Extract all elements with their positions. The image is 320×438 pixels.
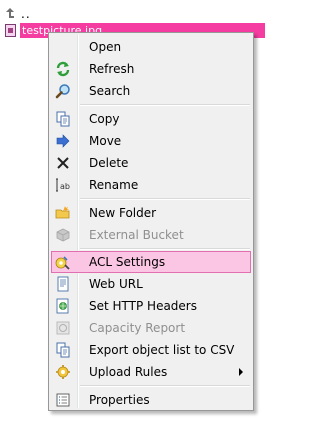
menu-item-label: Open: [89, 40, 122, 54]
parent-directory-row[interactable]: ..: [5, 5, 31, 22]
menu-item-rename[interactable]: ab Rename: [51, 174, 251, 196]
properties-icon: [55, 392, 71, 408]
menu-item-refresh[interactable]: Refresh: [51, 58, 251, 80]
upload-rules-icon: [55, 364, 71, 380]
open-icon: [55, 39, 71, 55]
image-file-icon: [5, 24, 16, 37]
menu-separator: [80, 248, 250, 250]
menu-item-acl-settings[interactable]: ACL Settings: [51, 251, 251, 273]
external-bucket-icon: [55, 227, 71, 243]
context-menu: Open Refresh Search Copy Move Delete ab …: [48, 32, 254, 411]
file-browser: .. testpicture.jpg Open Refresh Search C…: [0, 0, 303, 438]
refresh-icon: [55, 61, 71, 77]
acl-settings-icon: [55, 254, 71, 270]
menu-item-label: Delete: [89, 156, 129, 170]
menu-item-capacity-report[interactable]: Capacity Report: [51, 317, 251, 339]
new-folder-icon: [55, 205, 71, 221]
menu-item-label: Search: [89, 84, 131, 98]
menu-item-label: ACL Settings: [89, 255, 166, 269]
parent-directory-label: ..: [21, 6, 31, 21]
svg-text:ab: ab: [60, 182, 70, 191]
menu-item-set-http-headers[interactable]: Set HTTP Headers: [51, 295, 251, 317]
menu-item-label: New Folder: [89, 206, 157, 220]
copy-icon: [55, 111, 71, 127]
menu-item-external-bucket[interactable]: External Bucket: [51, 224, 251, 246]
export-csv-icon: [55, 342, 71, 358]
submenu-arrow-icon: [239, 368, 243, 376]
menu-separator: [80, 385, 250, 387]
menu-item-label: Set HTTP Headers: [89, 299, 197, 313]
menu-separator: [80, 198, 250, 200]
menu-item-label: Refresh: [89, 62, 135, 76]
menu-item-label: External Bucket: [89, 228, 184, 242]
menu-item-export-csv[interactable]: Export object list to CSV: [51, 339, 251, 361]
http-headers-icon: [55, 298, 71, 314]
menu-item-label: Web URL: [89, 277, 143, 291]
menu-item-label: Properties: [89, 393, 150, 407]
search-icon: [55, 83, 71, 99]
menu-item-move[interactable]: Move: [51, 130, 251, 152]
menu-item-label: Rename: [89, 178, 139, 192]
menu-item-new-folder[interactable]: New Folder: [51, 202, 251, 224]
menu-item-label: Move: [89, 134, 122, 148]
move-icon: [55, 133, 71, 149]
web-url-icon: [55, 276, 71, 292]
menu-item-label: Export object list to CSV: [89, 343, 235, 357]
menu-item-open[interactable]: Open: [51, 36, 251, 58]
menu-item-copy[interactable]: Copy: [51, 108, 251, 130]
rename-icon: ab: [55, 177, 71, 193]
menu-separator: [80, 104, 250, 106]
menu-item-web-url[interactable]: Web URL: [51, 273, 251, 295]
menu-item-delete[interactable]: Delete: [51, 152, 251, 174]
menu-item-label: Capacity Report: [89, 321, 186, 335]
menu-item-label: Copy: [89, 112, 120, 126]
menu-item-label: Upload Rules: [89, 365, 168, 379]
delete-icon: [55, 155, 71, 171]
menu-item-properties[interactable]: Properties: [51, 389, 251, 411]
capacity-report-icon: [55, 320, 71, 336]
menu-item-search[interactable]: Search: [51, 80, 251, 102]
menu-item-upload-rules[interactable]: Upload Rules: [51, 361, 251, 383]
up-arrow-icon: [5, 7, 15, 21]
